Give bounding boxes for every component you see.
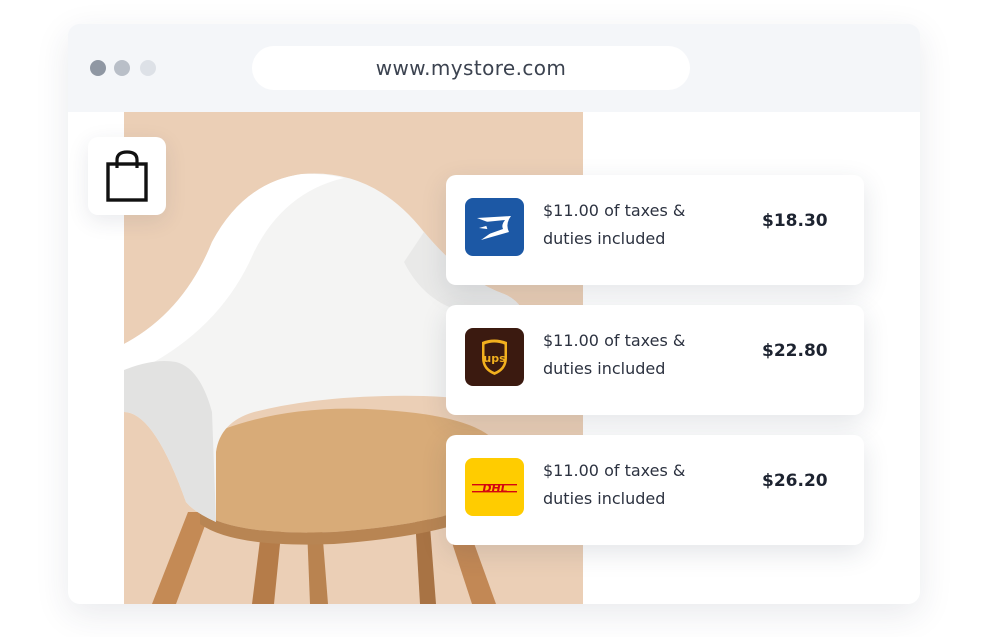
window-maximize-dot[interactable] [140, 60, 156, 76]
shipping-option-usps[interactable]: $11.00 of taxes & duties included $18.30 [446, 175, 864, 285]
description-line-1: $11.00 of taxes & [543, 201, 686, 220]
shipping-price: $26.20 [762, 471, 828, 491]
description-line-2: duties included [543, 489, 666, 508]
description-line-2: duties included [543, 229, 666, 248]
shipping-option-ups[interactable]: ups $11.00 of taxes & duties included $2… [446, 305, 864, 415]
shipping-price: $22.80 [762, 341, 828, 361]
window-minimize-dot[interactable] [114, 60, 130, 76]
shipping-option-dhl[interactable]: DHL $11.00 of taxes & duties included $2… [446, 435, 864, 545]
dhl-mark-icon: DHL [472, 482, 517, 495]
ups-logo-text: ups [483, 352, 506, 365]
shipping-price: $18.30 [762, 211, 828, 231]
ups-shield-icon: ups [482, 339, 507, 375]
ups-logo: ups [465, 328, 524, 386]
shipping-description: $11.00 of taxes & duties included [543, 457, 713, 513]
browser-topbar: www.mystore.com [68, 24, 920, 112]
shipping-description: $11.00 of taxes & duties included [543, 327, 713, 383]
description-line-1: $11.00 of taxes & [543, 461, 686, 480]
window-close-dot[interactable] [90, 60, 106, 76]
shopping-bag-icon [106, 150, 148, 202]
usps-eagle-icon [477, 216, 511, 240]
dhl-logo: DHL [465, 458, 524, 516]
usps-logo [465, 198, 524, 256]
description-line-1: $11.00 of taxes & [543, 331, 686, 350]
dhl-logo-text: DHL [482, 482, 507, 495]
address-bar[interactable]: www.mystore.com [252, 46, 690, 90]
url-text: www.mystore.com [375, 56, 567, 80]
shopping-bag-badge[interactable] [88, 137, 166, 215]
shipping-description: $11.00 of taxes & duties included [543, 197, 713, 253]
description-line-2: duties included [543, 359, 666, 378]
